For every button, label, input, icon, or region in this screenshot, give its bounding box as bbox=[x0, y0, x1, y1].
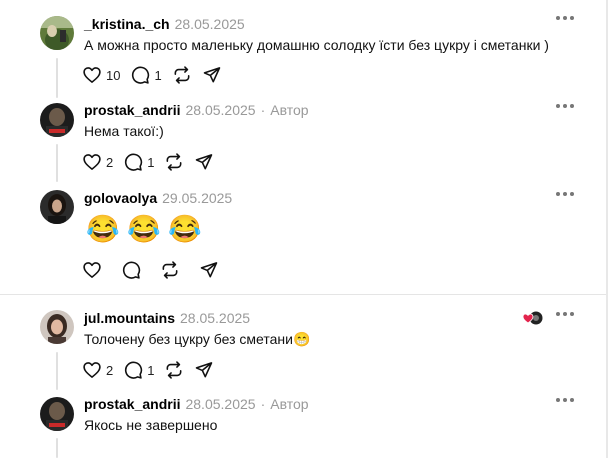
reply-button[interactable] bbox=[121, 260, 141, 280]
share-button[interactable] bbox=[199, 260, 219, 280]
more-icon[interactable] bbox=[556, 192, 574, 196]
post-date: 28.05.2025 bbox=[185, 102, 256, 118]
share-icon bbox=[196, 362, 213, 378]
repost-button[interactable] bbox=[172, 65, 192, 85]
like-count: 2 bbox=[106, 154, 114, 170]
comment-text: Нема такої:) bbox=[84, 123, 164, 139]
comment-icon bbox=[125, 153, 143, 171]
username[interactable]: golovaolya bbox=[84, 190, 157, 206]
like-button[interactable] bbox=[82, 260, 102, 280]
reply-button[interactable]: 1 bbox=[130, 65, 162, 85]
comment-post: jul.mountains 28.05.2025 Толочену без цу… bbox=[0, 308, 606, 390]
comment-post: prostak_andrii 28.05.2025 · Автор Якось … bbox=[0, 394, 606, 458]
thread-line bbox=[56, 352, 58, 390]
reply-button[interactable]: 1 bbox=[123, 360, 154, 380]
share-button[interactable] bbox=[202, 65, 222, 85]
thread-divider bbox=[0, 294, 606, 295]
avatar[interactable] bbox=[40, 310, 74, 344]
comment-text: А можна просто маленьку домашню солодку … bbox=[84, 37, 549, 53]
comment-post: prostak_andrii 28.05.2025 · Автор Нема т… bbox=[0, 100, 606, 182]
like-count: 2 bbox=[106, 362, 114, 378]
heart-icon bbox=[83, 262, 101, 278]
post-date: 28.05.2025 bbox=[180, 310, 251, 326]
repost-icon bbox=[162, 261, 178, 279]
like-button[interactable]: 10 bbox=[82, 65, 120, 85]
repost-button[interactable] bbox=[164, 152, 184, 172]
avatar[interactable] bbox=[40, 16, 74, 50]
comment-text: Якось не завершено bbox=[84, 417, 218, 433]
separator-dot: · bbox=[260, 396, 266, 412]
share-button[interactable] bbox=[194, 360, 214, 380]
post-date: 28.05.2025 bbox=[174, 16, 245, 32]
comment-post: _kristina._ch 28.05.2025 А можна просто … bbox=[0, 12, 606, 98]
heart-icon bbox=[83, 362, 101, 378]
username[interactable]: prostak_andrii bbox=[84, 396, 180, 412]
author-liked-badge bbox=[522, 311, 544, 325]
username[interactable]: _kristina._ch bbox=[84, 16, 170, 32]
share-icon bbox=[196, 154, 213, 170]
comment-icon bbox=[125, 361, 143, 379]
avatar[interactable] bbox=[40, 190, 74, 224]
reply-button[interactable]: 1 bbox=[123, 152, 154, 172]
separator-dot: · bbox=[260, 102, 266, 118]
share-icon bbox=[203, 67, 220, 83]
comment-text: Толочену без цукру без сметани😁 bbox=[84, 331, 311, 347]
emoji-content: 😂 😂 😂 bbox=[86, 214, 202, 244]
thread-line bbox=[56, 58, 58, 98]
heart-icon bbox=[83, 154, 101, 170]
like-count: 10 bbox=[106, 67, 121, 83]
author-badge: Автор bbox=[270, 396, 309, 412]
like-button[interactable]: 2 bbox=[82, 152, 113, 172]
reply-count: 1 bbox=[147, 362, 155, 378]
repost-button[interactable] bbox=[160, 260, 180, 280]
more-icon[interactable] bbox=[556, 104, 574, 108]
more-icon[interactable] bbox=[556, 312, 574, 316]
thread-line bbox=[56, 144, 58, 182]
thread-line bbox=[56, 438, 58, 458]
repost-icon bbox=[167, 361, 182, 379]
repost-icon bbox=[174, 66, 190, 84]
author-badge: Автор bbox=[270, 102, 309, 118]
post-date: 28.05.2025 bbox=[185, 396, 256, 412]
repost-button[interactable] bbox=[164, 360, 184, 380]
share-icon bbox=[200, 262, 218, 278]
heart-icon bbox=[83, 67, 101, 83]
reply-count: 1 bbox=[154, 67, 162, 83]
more-icon[interactable] bbox=[556, 16, 574, 20]
like-button[interactable]: 2 bbox=[82, 360, 113, 380]
comment-post: golovaolya 29.05.2025 😂 😂 😂 bbox=[0, 188, 606, 288]
avatar[interactable] bbox=[40, 103, 74, 137]
share-button[interactable] bbox=[194, 152, 214, 172]
avatar[interactable] bbox=[40, 397, 74, 431]
reply-count: 1 bbox=[147, 154, 155, 170]
username[interactable]: prostak_andrii bbox=[84, 102, 180, 118]
username[interactable]: jul.mountains bbox=[84, 310, 175, 326]
post-date: 29.05.2025 bbox=[162, 190, 233, 206]
more-icon[interactable] bbox=[556, 398, 574, 402]
comment-icon bbox=[132, 66, 150, 84]
repost-icon bbox=[167, 153, 182, 171]
comment-icon bbox=[122, 261, 141, 279]
